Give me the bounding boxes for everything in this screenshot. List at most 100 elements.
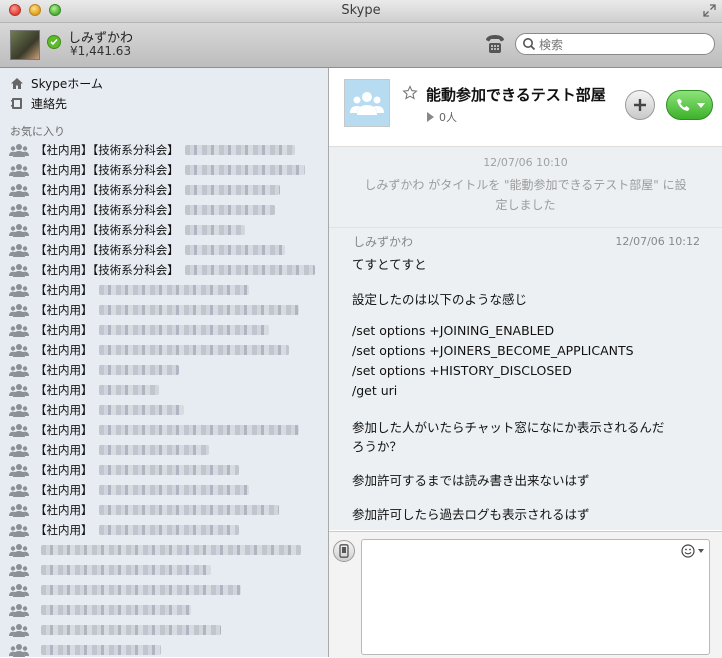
add-people-button[interactable] — [625, 90, 655, 120]
redacted-text — [184, 265, 315, 275]
group-chat-icon — [9, 144, 29, 157]
favorite-conversation-item[interactable] — [0, 540, 328, 560]
redacted-text — [98, 365, 179, 375]
redacted-text — [98, 525, 239, 535]
search-icon — [523, 38, 536, 51]
favorite-label: 【社内用】【技術系分科会】 — [35, 263, 179, 277]
disclosure-triangle-icon — [427, 112, 434, 122]
group-chat-icon — [9, 424, 29, 437]
group-chat-avatar[interactable] — [344, 79, 390, 127]
favorite-conversation-item[interactable]: 【社内用】 — [0, 500, 328, 520]
redacted-text — [98, 325, 269, 335]
message-line: /set options +HISTORY_DISCLOSED — [352, 363, 572, 378]
status-online-icon[interactable] — [47, 35, 61, 49]
window-title: Skype — [341, 3, 381, 18]
favorite-label: 【社内用】 — [35, 363, 93, 377]
favorite-conversation-item[interactable]: 【社内用】 — [0, 340, 328, 360]
favorite-conversation-item[interactable]: 【社内用】【技術系分科会】 — [0, 220, 328, 240]
redacted-text — [41, 605, 191, 615]
sidebar-item-skype-home[interactable]: Skypeホーム — [10, 74, 103, 92]
group-chat-icon — [9, 404, 29, 417]
chevron-down-icon — [698, 549, 704, 553]
favorite-conversation-item[interactable]: 【社内用】 — [0, 300, 328, 320]
favorite-conversation-item[interactable] — [0, 560, 328, 580]
favorite-conversation-item[interactable]: 【社内用】【技術系分科会】 — [0, 200, 328, 220]
group-chat-icon — [9, 584, 29, 597]
search-input[interactable] — [537, 35, 711, 55]
redacted-text — [98, 425, 299, 435]
dial-pad-icon[interactable] — [484, 33, 506, 55]
avatar[interactable] — [10, 30, 40, 60]
favorites-list: 【社内用】【技術系分科会】 【社内用】【技術系分科会】 【社内用】【技術系分科会】【… — [0, 140, 328, 657]
redacted-text — [184, 185, 280, 195]
favorite-conversation-item[interactable]: 【社内用】 — [0, 520, 328, 540]
favorite-label: 【社内用】 — [35, 403, 93, 417]
favorite-conversation-item[interactable]: 【社内用】 — [0, 460, 328, 480]
favorite-label: 【社内用】 — [35, 303, 93, 317]
system-message-time: 12/07/06 10:10 — [483, 156, 568, 169]
favorite-conversation-item[interactable]: 【社内用】 — [0, 480, 328, 500]
favorite-conversation-item[interactable] — [0, 640, 328, 657]
redacted-text — [184, 245, 285, 255]
home-icon — [11, 77, 23, 89]
group-chat-icon — [9, 204, 29, 217]
participants-toggle[interactable]: 0人 — [427, 109, 457, 125]
redacted-text — [98, 405, 184, 415]
favorite-conversation-item[interactable]: 【社内用】【技術系分科会】 — [0, 140, 328, 160]
sidebar-item-contacts[interactable]: 連絡先 — [10, 94, 67, 112]
favorite-conversation-item[interactable]: 【社内用】【技術系分科会】 — [0, 180, 328, 200]
favorite-label: 【社内用】 — [35, 523, 93, 537]
favorite-conversation-item[interactable]: 【社内用】 — [0, 280, 328, 300]
favorite-conversation-item[interactable]: 【社内用】 — [0, 320, 328, 340]
search-box[interactable] — [515, 33, 715, 55]
message-sender[interactable]: しみずかわ — [353, 233, 413, 250]
group-chat-icon — [9, 624, 29, 637]
group-chat-icon — [9, 224, 29, 237]
system-message-text: しみずかわ がタイトルを "能動参加できるテスト部屋" に設定しました — [364, 178, 687, 212]
conversation-title[interactable]: 能動参加できるテスト部屋 — [426, 84, 606, 105]
redacted-text — [184, 165, 305, 175]
mobile-phone-icon — [339, 544, 349, 558]
favorite-label: 【社内用】 — [35, 443, 93, 457]
favorite-label: 【社内用】 — [35, 423, 93, 437]
favorite-conversation-item[interactable]: 【社内用】【技術系分科会】 — [0, 260, 328, 280]
call-button[interactable] — [666, 90, 713, 120]
fullscreen-icon[interactable] — [703, 4, 716, 17]
favorite-conversation-item[interactable]: 【社内用】 — [0, 380, 328, 400]
title-bar: Skype — [0, 0, 722, 23]
redacted-text — [41, 545, 301, 555]
favorite-label: 【社内用】 — [35, 323, 93, 337]
group-chat-icon — [9, 484, 29, 497]
redacted-text — [98, 345, 289, 355]
contacts-book-icon — [11, 97, 22, 109]
favorite-conversation-item[interactable]: 【社内用】 — [0, 420, 328, 440]
group-chat-icon — [9, 604, 29, 617]
redacted-text — [41, 625, 221, 635]
favorite-label: 【社内用】 — [35, 463, 93, 477]
favorite-conversation-item[interactable] — [0, 620, 328, 640]
favorite-label: 【社内用】【技術系分科会】 — [35, 243, 179, 257]
smiley-icon — [681, 544, 695, 558]
favorite-conversation-item[interactable]: 【社内用】 — [0, 400, 328, 420]
favorite-conversation-item[interactable] — [0, 600, 328, 620]
favorite-conversation-item[interactable]: 【社内用】【技術系分科会】 — [0, 160, 328, 180]
phone-icon — [677, 98, 690, 111]
favorite-star-icon[interactable] — [402, 85, 418, 101]
emoticon-button[interactable] — [681, 544, 707, 558]
sms-button[interactable] — [333, 540, 355, 562]
message-list: しみずかわ 12/07/06 10:12 てすとてすと 設定したのは以下のような… — [329, 228, 722, 530]
group-chat-icon — [9, 384, 29, 397]
system-message: 12/07/06 10:10 しみずかわ がタイトルを "能動参加できるテスト部… — [329, 147, 722, 228]
redacted-text — [98, 385, 159, 395]
favorite-conversation-item[interactable]: 【社内用】【技術系分科会】 — [0, 240, 328, 260]
group-chat-icon — [9, 164, 29, 177]
favorite-label: 【社内用】 — [35, 483, 93, 497]
favorite-conversation-item[interactable]: 【社内用】 — [0, 360, 328, 380]
group-chat-icon — [9, 324, 29, 337]
favorite-label: 【社内用】【技術系分科会】 — [35, 143, 179, 157]
group-chat-icon — [9, 364, 29, 377]
group-chat-icon — [9, 444, 29, 457]
favorite-conversation-item[interactable]: 【社内用】 — [0, 440, 328, 460]
message-input[interactable] — [361, 539, 710, 655]
favorite-conversation-item[interactable] — [0, 580, 328, 600]
